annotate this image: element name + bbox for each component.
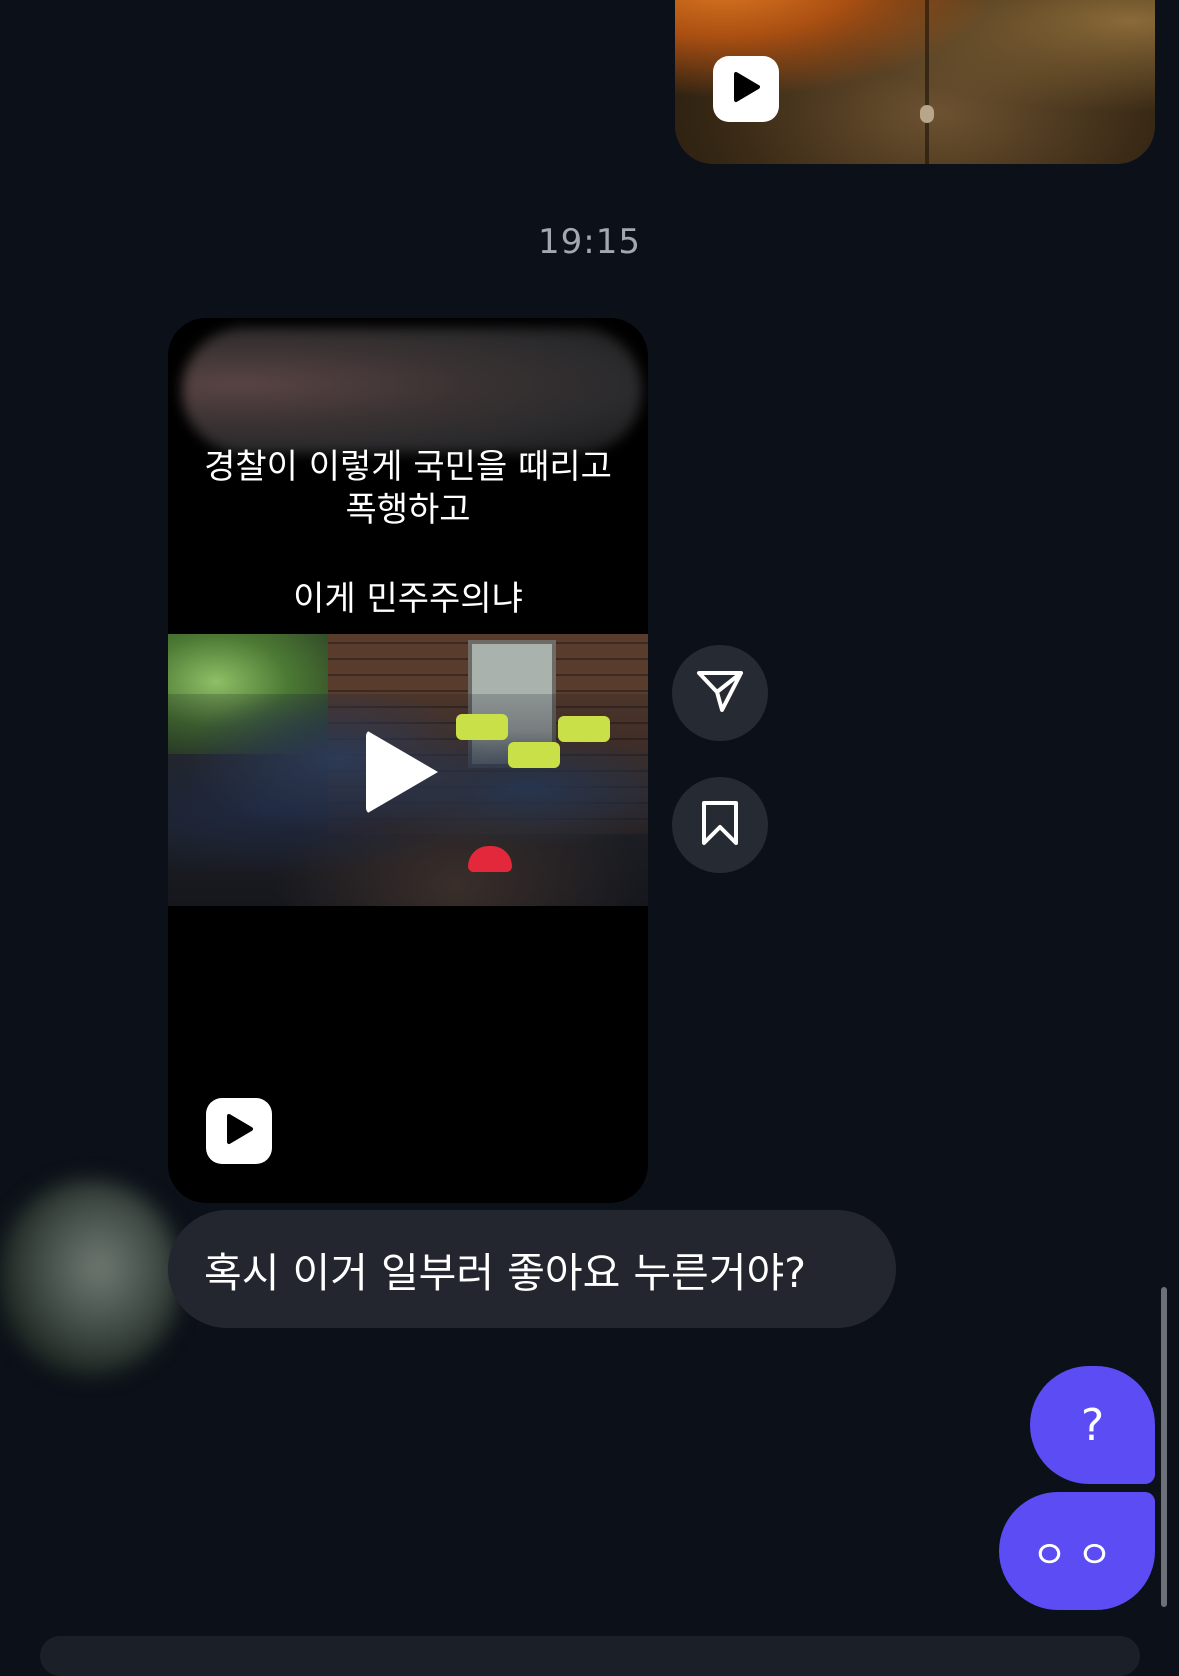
reel-caption-line2: 이게 민주주의냐 <box>293 579 523 619</box>
message-timestamp: 19:15 <box>538 222 641 262</box>
shared-reel-card[interactable]: 경찰이 이렇게 국민을 때리고 폭행하고 이게 민주주의냐 <box>168 318 648 1203</box>
incoming-message-bubble[interactable]: 혹시 이거 일부러 좋아요 누른거야? <box>168 1210 896 1328</box>
play-icon[interactable] <box>366 730 438 814</box>
video-frame-detail <box>920 105 934 123</box>
share-button[interactable] <box>672 645 768 741</box>
outgoing-video-message[interactable] <box>675 0 1155 164</box>
reel-thumbnail[interactable] <box>168 634 648 906</box>
thumbnail-detail <box>558 716 610 742</box>
sender-avatar[interactable] <box>0 1180 180 1375</box>
thumbnail-detail <box>456 714 508 740</box>
outgoing-message-text: ㅇㅇ <box>1032 1532 1122 1577</box>
thumbnail-detail <box>508 742 560 768</box>
outgoing-message-bubble[interactable]: ? <box>1030 1366 1155 1484</box>
outgoing-message-text: ? <box>1080 1399 1105 1451</box>
paper-plane-icon <box>695 668 745 718</box>
incoming-message-text: 혹시 이거 일부러 좋아요 누른거야? <box>204 1249 806 1297</box>
play-icon <box>731 71 761 107</box>
reel-caption-line1: 경찰이 이렇게 국민을 때리고 폭행하고 <box>204 447 612 530</box>
outgoing-message-bubble[interactable]: ㅇㅇ <box>999 1492 1155 1610</box>
scrollbar[interactable] <box>1161 1287 1167 1607</box>
message-composer[interactable] <box>40 1636 1140 1676</box>
bookmark-icon <box>700 800 740 850</box>
bookmark-button[interactable] <box>672 777 768 873</box>
play-icon <box>224 1113 254 1149</box>
reel-play-badge[interactable] <box>206 1098 272 1164</box>
blurred-sender-header <box>182 328 642 453</box>
video-play-badge[interactable] <box>713 56 779 122</box>
video-frame-detail <box>925 0 929 164</box>
